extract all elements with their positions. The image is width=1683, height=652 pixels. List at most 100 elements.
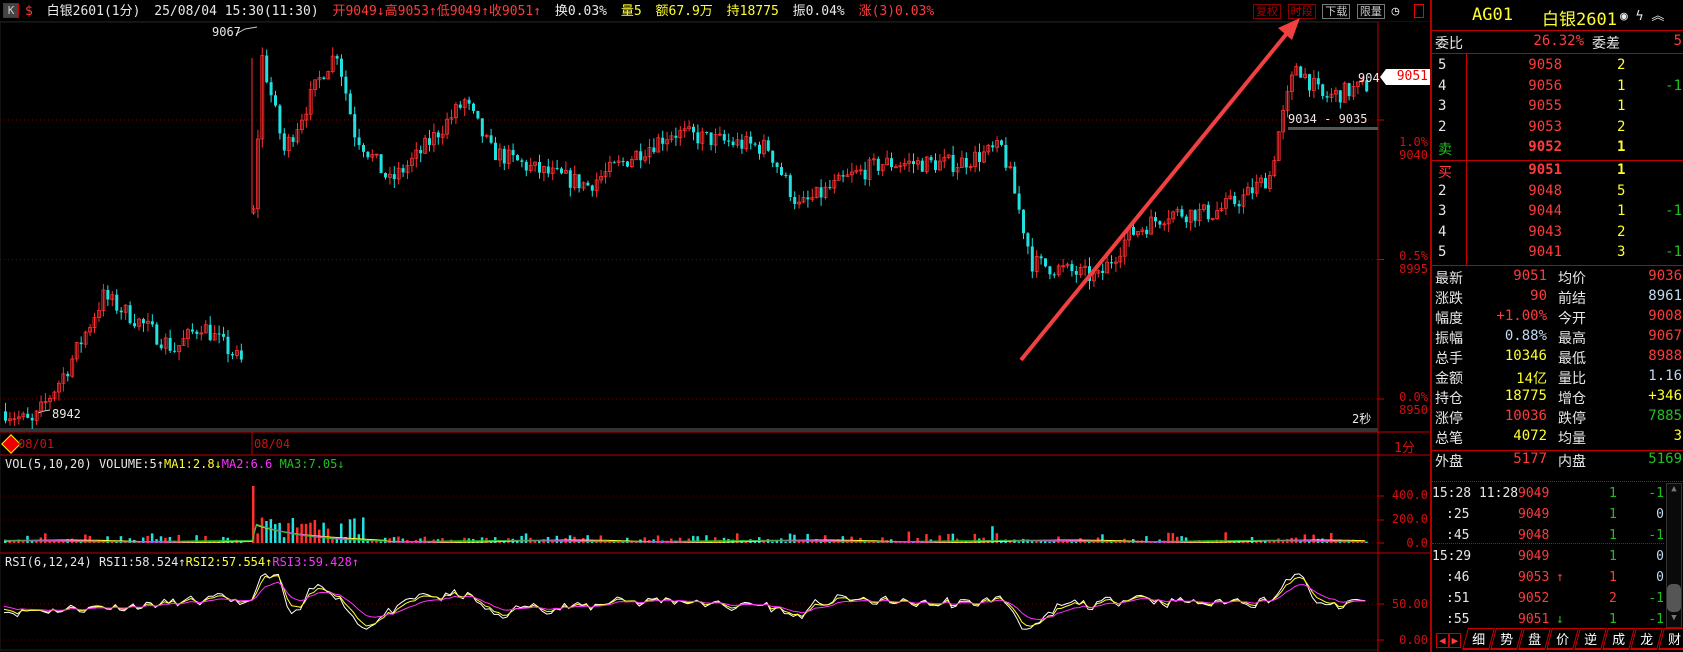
candle-body <box>1338 90 1342 103</box>
candle-body <box>155 324 159 345</box>
rsi-axis-50: 50.00 <box>1391 597 1428 611</box>
candle-body <box>353 114 357 138</box>
asks-level-row[interactable]: 4 9056 1 -1 <box>1432 78 1682 98</box>
candle-body <box>141 319 145 324</box>
tick-scrollbar[interactable]: ▲ ▼ <box>1666 483 1682 628</box>
candle-body <box>1039 256 1043 259</box>
stat-value: 10036 <box>1504 408 1547 424</box>
candle-body <box>1308 74 1311 91</box>
level-label: 2 <box>1438 118 1447 135</box>
level-label: 4 <box>1438 223 1447 240</box>
level-volume: 1 <box>1617 98 1626 114</box>
stat-value: 1.16 <box>1648 368 1682 384</box>
stat-value: 90 <box>1530 288 1547 304</box>
candle-body <box>731 141 735 146</box>
volume-bar <box>12 541 16 543</box>
asks-level-row[interactable]: 5 9058 2 <box>1432 57 1682 77</box>
tick-change: 0 <box>1656 570 1664 585</box>
bids-level-row[interactable]: 2 9048 5 <box>1432 183 1682 203</box>
level-volume: 3 <box>1617 244 1626 260</box>
volume-bar <box>278 522 281 543</box>
scroll-up-icon[interactable]: ▲ <box>1667 484 1681 498</box>
date-label-day2: 08/04 <box>254 437 291 451</box>
candle-body <box>934 160 937 171</box>
volume-bar <box>762 541 765 543</box>
tick-time: :25 <box>1446 507 1470 522</box>
candle-body <box>222 334 226 337</box>
asks-level-row[interactable]: 3 9055 1 <box>1432 98 1682 118</box>
panel-tabs: ◀ ▶ 细势盘价逆成龙财 <box>1436 628 1683 650</box>
candle-body <box>511 149 515 156</box>
low-price-label: 8942 <box>52 407 81 421</box>
candle-body <box>793 197 797 204</box>
level-price: 9051 <box>1528 162 1562 178</box>
level-label: 3 <box>1438 98 1447 114</box>
candle-body <box>1193 210 1197 221</box>
candle-body <box>661 137 665 144</box>
lightning-icon[interactable]: ϟ <box>1636 9 1644 24</box>
stat-value: 9008 <box>1648 308 1682 324</box>
period-label[interactable]: 1分 <box>1394 437 1415 456</box>
scroll-down-icon[interactable]: ▼ <box>1667 613 1681 627</box>
volume-bar <box>269 519 273 543</box>
candle-body <box>784 174 788 176</box>
volume-bar <box>313 520 317 543</box>
stat-value: 8988 <box>1648 348 1682 364</box>
candle-body <box>912 161 915 165</box>
tick-price: 9049 <box>1518 486 1550 501</box>
bids-level-row[interactable]: 4 9043 2 <box>1432 224 1682 244</box>
next-tab-icon[interactable]: ▶ <box>1448 633 1462 648</box>
volume-bar <box>265 520 268 543</box>
volume-bar <box>340 523 343 543</box>
candle-body <box>621 160 625 162</box>
tick-change: -1 <box>1648 486 1664 501</box>
candle-body <box>516 155 519 161</box>
vol-axis-400: 400.0 <box>1391 488 1428 502</box>
candle-body <box>749 136 753 144</box>
stat-row: 涨停 10036 跌停 7885 <box>1432 408 1682 428</box>
candle-body <box>753 143 757 145</box>
candle-body <box>274 95 277 106</box>
candle-body <box>278 105 282 134</box>
candle-body <box>929 157 933 161</box>
candle-body <box>758 144 761 154</box>
candle-body <box>538 162 541 173</box>
collapse-icon[interactable]: ︽ <box>1651 9 1664 24</box>
candle-body <box>282 133 286 151</box>
stat-row: 涨跌 90 前结 8961 <box>1432 288 1682 308</box>
candle-body <box>1013 166 1017 194</box>
range-bar <box>1288 127 1378 130</box>
bids-level-row[interactable]: 5 9041 3 -1 <box>1432 244 1682 264</box>
yaxis-label-2: 0.5% 8995 <box>1399 249 1428 276</box>
tab-label: 势 <box>1500 633 1514 648</box>
candle-body <box>362 145 365 152</box>
candle-body <box>291 137 295 142</box>
candle-body <box>978 152 981 163</box>
target-icon[interactable]: ◉ <box>1620 9 1628 24</box>
candle-body <box>788 175 792 198</box>
candle-body <box>322 77 326 80</box>
bids-level-row[interactable]: 买 9051 1 <box>1432 162 1682 182</box>
candle-body <box>890 158 893 168</box>
weibi-value: 26.32% <box>1533 33 1584 49</box>
candle-body <box>991 145 995 148</box>
outer-value: 5177 <box>1513 451 1547 467</box>
candle-body <box>480 118 484 137</box>
asks-level-row[interactable]: 卖 9052 1 <box>1432 139 1682 159</box>
prev-tab-icon[interactable]: ◀ <box>1436 633 1449 648</box>
stat-row: 持仓 18775 增仓 +346 <box>1432 388 1682 408</box>
volume-bar <box>256 533 259 543</box>
candle-body <box>1030 246 1034 272</box>
candle-body <box>819 187 823 198</box>
bids-level-row[interactable]: 3 9044 1 -1 <box>1432 203 1682 223</box>
scroll-thumb[interactable] <box>1667 584 1681 612</box>
asks-level-row[interactable]: 2 9053 2 <box>1432 119 1682 139</box>
tick-volume: 2 <box>1609 591 1617 606</box>
volume-ma-line <box>3 524 1366 543</box>
candle-body <box>467 99 471 104</box>
volume-bar <box>793 534 796 543</box>
stat-value: 4072 <box>1513 428 1547 444</box>
level-label: 5 <box>1438 244 1447 260</box>
tick-row: :45 9048 1 -1 <box>1432 528 1664 548</box>
tab-7[interactable]: 财 <box>1658 628 1683 650</box>
